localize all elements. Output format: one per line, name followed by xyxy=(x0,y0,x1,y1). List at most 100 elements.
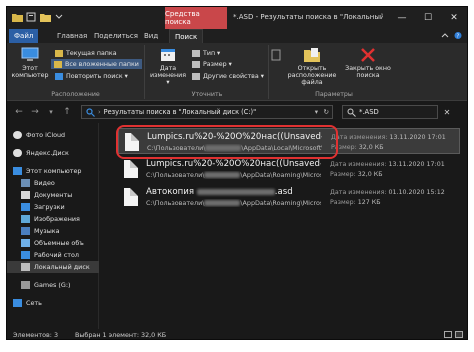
date-modified-button[interactable]: Дата изменения ▾ xyxy=(148,47,188,86)
search-value: *.ASD xyxy=(359,108,379,116)
current-folder-button[interactable]: Текущая папка xyxy=(55,48,117,58)
selection-info: Выбран 1 элемент: 32,0 КБ xyxy=(75,331,167,339)
close-button[interactable]: ✕ xyxy=(441,7,467,29)
maximize-button[interactable]: ☐ xyxy=(415,7,441,29)
up-arrow-icon[interactable]: ↑ xyxy=(61,106,73,118)
3d-objects-icon xyxy=(21,239,30,247)
new-folder-icon[interactable] xyxy=(39,11,51,23)
yandex-disk-icon xyxy=(13,149,22,157)
navigation-bar: ← → ▾ ↑ › Результаты поиска в "Локальный… xyxy=(7,101,467,123)
subfolders-icon xyxy=(54,60,62,68)
file-path: C:\Пользователи\\AppData\Roaming\Microso… xyxy=(146,171,321,179)
sidebar-item-3d-objects[interactable]: Объемные объ xyxy=(7,237,99,249)
file-row-3[interactable]: Автокопия .asd C:\Пользователи\ \AppData\… xyxy=(118,184,460,210)
sidebar-item-label: Документы xyxy=(34,191,73,199)
tab-home[interactable]: Главная xyxy=(52,29,92,43)
sidebar-item-label: Сеть xyxy=(26,299,42,307)
current-folder-label: Текущая папка xyxy=(66,49,117,57)
details-view-icon[interactable] xyxy=(444,331,452,338)
search-again-icon xyxy=(55,72,63,80)
type-label: Тип ▾ xyxy=(203,49,221,57)
size-button[interactable]: Размер ▾ xyxy=(192,59,232,69)
properties-icon[interactable] xyxy=(25,11,37,23)
sidebar-item-music[interactable]: Музыка xyxy=(7,225,99,237)
search-again-button[interactable]: Повторить поиск ▾ xyxy=(55,71,128,81)
ribbon-collapse-icon[interactable]: ? xyxy=(441,31,463,42)
search-input[interactable]: *.ASD xyxy=(342,105,438,119)
sidebar-item-icloud-photos[interactable]: Фото iCloud xyxy=(7,129,99,141)
recent-locations-icon[interactable]: ▾ xyxy=(45,106,57,118)
item-count: Элементов: 3 xyxy=(13,331,59,339)
sidebar-item-label: Рабочий стол xyxy=(34,251,79,259)
search-icon xyxy=(347,108,356,117)
tab-share[interactable]: Поделиться xyxy=(89,29,143,43)
ribbon-tabs: Файл Главная Поделиться Вид Поиск ? xyxy=(7,29,467,43)
close-search-label: Закрыть окно поиска xyxy=(345,65,391,79)
file-date: Дата изменения: 01.10.2020 15:12 xyxy=(330,189,445,196)
sidebar-item-games-drive[interactable]: Games (G:) xyxy=(7,279,99,291)
sidebar-item-documents[interactable]: Документы xyxy=(7,189,99,201)
open-location-icon xyxy=(302,47,322,63)
file-name: Lumpics.ru%20-%20O%20нас((Unsaved-308495… xyxy=(146,159,321,169)
type-button[interactable]: Тип ▾ xyxy=(192,48,220,58)
all-subfolders-label: Все вложенные папки xyxy=(65,60,139,68)
file-row-2[interactable]: Lumpics.ru%20-%20O%20нас((Unsaved-308495… xyxy=(118,156,460,182)
file-size: Размер: 32,0 КБ xyxy=(330,171,383,178)
minimize-button[interactable]: — xyxy=(389,7,415,29)
close-search-button[interactable]: Закрыть окно поиска xyxy=(342,47,394,79)
tab-view[interactable]: Вид xyxy=(139,29,163,43)
quick-access-dropdown-icon[interactable] xyxy=(53,11,65,23)
options-group-label: Параметры xyxy=(315,91,353,98)
sidebar-item-pictures[interactable]: Изображения xyxy=(7,213,99,225)
address-bar[interactable]: › Результаты поиска в "Локальный диск (C… xyxy=(81,105,333,119)
file-date: Дата изменения: 13.11.2020 17:01 xyxy=(330,161,445,168)
sidebar-item-downloads[interactable]: Загрузки xyxy=(7,201,99,213)
documents-icon xyxy=(21,191,30,199)
all-subfolders-button[interactable]: Все вложенные папки xyxy=(51,59,142,69)
explorer-window: Средства поиска *.ASD - Результаты поиск… xyxy=(6,6,468,340)
navigation-pane: Фото iCloud Яндекс.Диск Этот компьютер В… xyxy=(7,123,99,329)
sidebar-item-label: Яндекс.Диск xyxy=(26,149,69,157)
sidebar-item-label: Games (G:) xyxy=(34,281,71,289)
forward-arrow-icon[interactable]: → xyxy=(29,106,41,118)
sidebar-item-yandex-disk[interactable]: Яндекс.Диск xyxy=(7,147,99,159)
drive-icon xyxy=(21,281,30,289)
window-title: *.ASD - Результаты поиска в "Локальный д… xyxy=(233,13,383,21)
view-switcher xyxy=(444,331,463,338)
folder-icon[interactable] xyxy=(11,11,23,23)
address-path: Результаты поиска в "Локальный диск (C:)… xyxy=(103,108,257,116)
sidebar-item-network[interactable]: Сеть xyxy=(7,297,99,309)
recent-searches-button[interactable] xyxy=(270,47,282,65)
ribbon-group-refine: Дата изменения ▾ Тип ▾ Размер ▾ Другие с… xyxy=(146,45,269,99)
file-size: Размер: 127 КБ xyxy=(330,199,381,206)
refresh-icon[interactable]: ↻ xyxy=(323,108,329,116)
breadcrumb-chevron-icon: › xyxy=(98,108,101,116)
download-icon xyxy=(21,203,30,211)
highlight-annotation xyxy=(116,125,338,159)
title-bar: Средства поиска *.ASD - Результаты поиск… xyxy=(7,7,467,29)
pictures-icon xyxy=(21,215,30,223)
this-pc-button[interactable]: Этот компьютер xyxy=(11,47,49,79)
ribbon-group-location: Этот компьютер Текущая папка Все вложенн… xyxy=(7,45,145,99)
ribbon-group-options: Открыть расположение файла Закрыть окно … xyxy=(270,45,398,99)
clear-search-icon[interactable]: ✕ xyxy=(441,106,453,118)
address-dropdown-icon[interactable]: ▾ xyxy=(315,108,318,116)
document-icon xyxy=(124,188,138,206)
sidebar-item-videos[interactable]: Видео xyxy=(7,177,99,189)
tab-search[interactable]: Поиск xyxy=(169,29,204,43)
other-properties-button[interactable]: Другие свойства ▾ xyxy=(192,71,264,81)
sidebar-item-desktop[interactable]: Рабочий стол xyxy=(7,249,99,261)
sidebar-item-label: Объемные объ xyxy=(34,239,84,247)
open-file-location-button[interactable]: Открыть расположение файла xyxy=(284,47,340,86)
back-arrow-icon[interactable]: ← xyxy=(13,106,25,118)
close-search-icon xyxy=(358,47,378,63)
search-tools-context-tab: Средства поиска xyxy=(165,7,227,29)
sidebar-item-local-disk[interactable]: Локальный диск xyxy=(7,261,99,273)
sidebar-item-label: Локальный диск xyxy=(34,263,90,271)
file-name: Автокопия .asd xyxy=(146,187,293,197)
tab-file[interactable]: Файл xyxy=(9,29,39,43)
tiles-view-icon[interactable] xyxy=(455,331,463,338)
sidebar-item-label: Видео xyxy=(34,179,55,187)
this-pc-label: Этот компьютер xyxy=(11,65,49,79)
sidebar-item-this-pc[interactable]: Этот компьютер xyxy=(7,165,99,177)
